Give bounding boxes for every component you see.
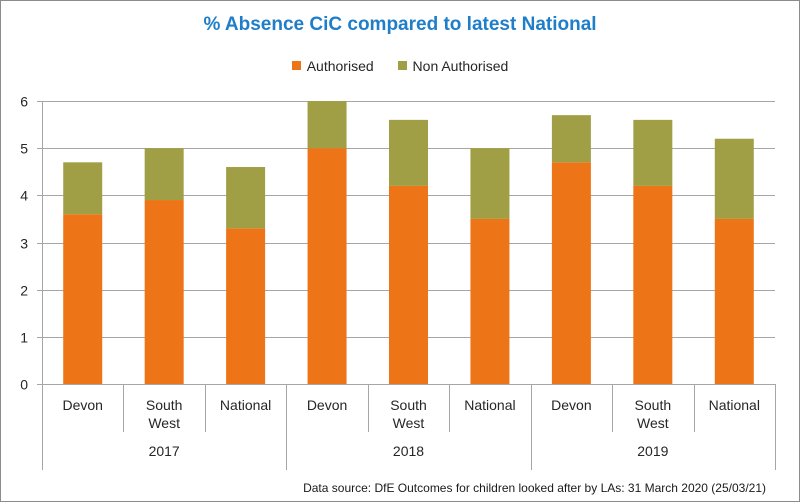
bar-non-authorised <box>551 115 591 163</box>
x-category-label: South <box>146 397 183 413</box>
x-category-label: South <box>390 397 427 413</box>
x-group-label: 2019 <box>637 443 668 459</box>
plot-area: 0 1 2 3 4 5 6 Devon South West National Devon South W… <box>20 94 776 470</box>
bar-authorised <box>470 218 510 384</box>
bar-authorised <box>144 200 184 384</box>
x-category-label: National <box>220 397 271 413</box>
x-category-label: South <box>635 397 672 413</box>
bar-non-authorised <box>389 119 428 186</box>
bar-non-authorised <box>470 148 510 219</box>
y-tick-label: 5 <box>20 141 28 157</box>
y-tick-label: 6 <box>20 94 28 110</box>
bar-non-authorised <box>63 162 103 215</box>
bar-non-authorised <box>226 167 266 229</box>
bar-non-authorised <box>307 101 347 149</box>
bar-authorised <box>226 228 266 384</box>
x-group-label: 2018 <box>393 443 424 459</box>
bar-authorised <box>714 218 754 384</box>
x-category-label: Devon <box>551 397 591 413</box>
x-category-label: National <box>709 397 760 413</box>
y-tick-label: 3 <box>20 236 28 252</box>
x-category-label: National <box>464 397 515 413</box>
y-tick-label: 0 <box>20 377 28 393</box>
y-tick-label: 2 <box>20 283 28 299</box>
y-tick-label: 1 <box>20 330 28 346</box>
x-category-label: Devon <box>62 397 102 413</box>
bar-non-authorised <box>144 148 184 201</box>
x-category-label: West <box>637 415 669 431</box>
bar-authorised <box>63 214 103 384</box>
y-tick-label: 4 <box>20 188 28 204</box>
bar-authorised <box>307 148 347 384</box>
bar-authorised <box>389 185 428 384</box>
x-category-label: West <box>393 415 425 431</box>
bar-authorised <box>551 162 591 384</box>
source-note: Data source: DfE Outcomes for children l… <box>303 481 766 495</box>
x-category-label: West <box>148 415 180 431</box>
bar-non-authorised <box>714 138 754 219</box>
x-group-label: 2017 <box>149 443 180 459</box>
bar-non-authorised <box>633 119 673 186</box>
bar-authorised <box>633 185 673 384</box>
x-category-label: Devon <box>307 397 347 413</box>
